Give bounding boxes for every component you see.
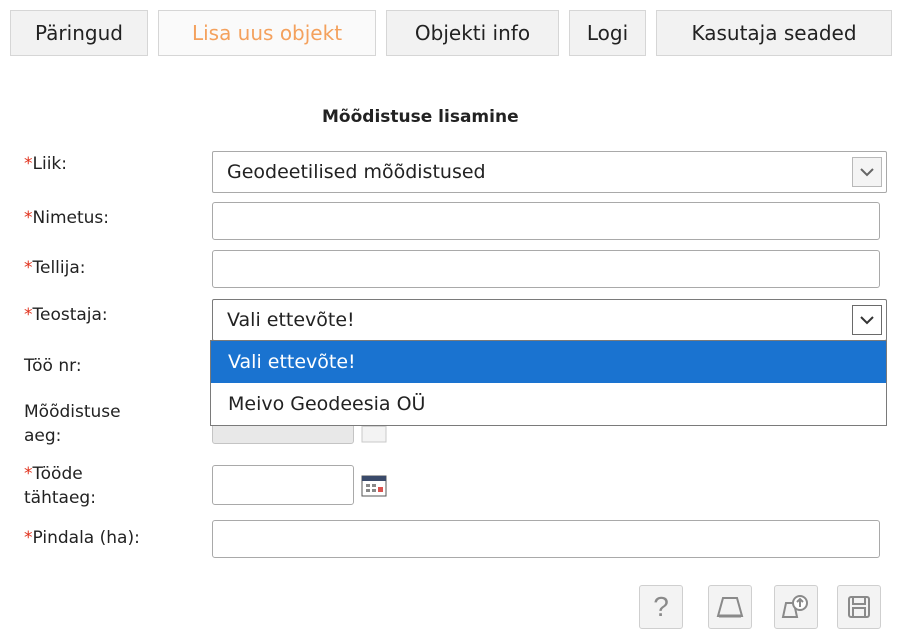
- label-moodistuse-aeg: Mõõdistuse aeg:: [24, 402, 121, 446]
- help-icon: ?: [653, 591, 669, 622]
- label-toode-tahtaeg: *Tööde tähtaeg:: [24, 464, 96, 508]
- chevron-down-icon[interactable]: [852, 305, 882, 335]
- zoom-to-shape-icon: [781, 595, 808, 618]
- tab-kasutaja-seaded[interactable]: Kasutaja seaded: [656, 10, 892, 56]
- chevron-down-icon[interactable]: [852, 157, 882, 187]
- dropdown-option[interactable]: Vali ettevõte!: [211, 341, 886, 383]
- draw-shape-button[interactable]: [708, 585, 752, 629]
- nimetus-input[interactable]: [212, 202, 880, 240]
- form-title: Mõõdistuse lisamine: [322, 107, 519, 127]
- tab-lisa-uus-objekt[interactable]: Lisa uus objekt: [158, 10, 376, 56]
- label-pindala: *Pindala (ha):: [24, 528, 140, 548]
- label-too-nr: Töö nr:: [24, 356, 82, 376]
- tellija-input[interactable]: [212, 250, 880, 288]
- liik-select[interactable]: Geodeetilised mõõdistused: [212, 151, 887, 193]
- teostaja-select[interactable]: Vali ettevõte!: [212, 299, 887, 341]
- tab-objekti-info[interactable]: Objekti info: [386, 10, 559, 56]
- required-mark: *: [24, 305, 33, 325]
- liik-select-value: Geodeetilised mõõdistused: [227, 161, 486, 183]
- teostaja-select-value: Vali ettevõte!: [227, 309, 355, 331]
- required-mark: *: [24, 528, 33, 548]
- required-mark: *: [24, 154, 33, 174]
- label-tellija: *Tellija:: [24, 258, 86, 278]
- save-icon: [848, 596, 870, 618]
- teostaja-dropdown-list: Vali ettevõte! Meivo Geodeesia OÜ: [210, 340, 887, 426]
- required-mark: *: [24, 464, 33, 484]
- label-teostaja: *Teostaja:: [24, 305, 108, 325]
- label-nimetus: *Nimetus:: [24, 208, 109, 228]
- required-mark: *: [24, 208, 33, 228]
- toode-tahtaeg-input[interactable]: [212, 465, 354, 505]
- zoom-to-shape-button[interactable]: [774, 585, 818, 629]
- save-button[interactable]: [837, 585, 881, 629]
- calendar-icon[interactable]: [360, 474, 388, 498]
- dropdown-option[interactable]: Meivo Geodeesia OÜ: [211, 383, 886, 425]
- label-liik: *Liik:: [24, 154, 67, 174]
- shape-icon: [716, 597, 744, 618]
- pindala-input[interactable]: [212, 520, 880, 558]
- required-mark: *: [24, 258, 33, 278]
- help-button[interactable]: ?: [639, 585, 683, 629]
- tab-bar: Päringud Lisa uus objekt Objekti info Lo…: [0, 0, 899, 60]
- tab-paringud[interactable]: Päringud: [10, 10, 148, 56]
- tab-logi[interactable]: Logi: [569, 10, 646, 56]
